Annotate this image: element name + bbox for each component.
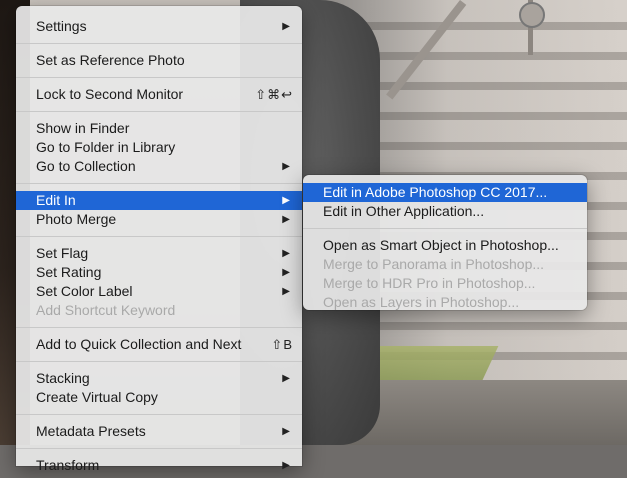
submenu-item-merge-to-panorama-in-photoshop: Merge to Panorama in Photoshop... — [303, 255, 587, 274]
submenu-item-label: Merge to HDR Pro in Photoshop... — [323, 275, 536, 291]
photo-pole-cap — [519, 2, 545, 28]
menu-item-label: Photo Merge — [36, 211, 117, 227]
menu-item-add-to-quick-collection-and-next[interactable]: Add to Quick Collection and Next ⇧B — [16, 335, 302, 354]
menu-item-create-virtual-copy[interactable]: Create Virtual Copy — [16, 388, 302, 407]
menu-item-add-shortcut-keyword: Add Shortcut Keyword — [16, 301, 302, 320]
submenu-arrow-icon: ▶ — [282, 248, 290, 259]
menu-item-metadata-presets[interactable]: Metadata Presets ▶ — [16, 422, 302, 441]
menu-separator — [16, 448, 302, 449]
menu-group: Edit In ▶ Photo Merge ▶ — [16, 187, 302, 232]
submenu-item-open-as-layers-in-photoshop: Open as Layers in Photoshop... — [303, 293, 587, 312]
submenu-item-label: Edit in Other Application... — [323, 203, 485, 219]
submenu-arrow-icon: ▶ — [282, 426, 290, 437]
menu-item-label: Stacking — [36, 370, 90, 386]
menu-separator — [16, 77, 302, 78]
menu-item-transform[interactable]: Transform ▶ — [16, 456, 302, 475]
menu-item-label: Set Rating — [36, 264, 102, 280]
submenu-group: Open as Smart Object in Photoshop... Merg… — [303, 232, 587, 315]
submenu-separator — [303, 228, 587, 229]
menu-item-label: Set as Reference Photo — [36, 52, 185, 68]
submenu-item-label: Merge to Panorama in Photoshop... — [323, 256, 545, 272]
menu-item-show-in-finder[interactable]: Show in Finder — [16, 119, 302, 138]
menu-item-label: Go to Folder in Library — [36, 139, 176, 155]
menu-separator — [16, 361, 302, 362]
menu-group: Lock to Second Monitor ⇧⌘↩ — [16, 81, 302, 107]
submenu-item-edit-in-adobe-photoshop-cc-2017[interactable]: Edit in Adobe Photoshop CC 2017... — [303, 183, 587, 202]
menu-item-settings[interactable]: Settings ▶ — [16, 17, 302, 36]
submenu-arrow-icon: ▶ — [282, 373, 290, 384]
menu-separator — [16, 111, 302, 112]
menu-group: Set Flag ▶ Set Rating ▶ Set Color Label ▶ Add … — [16, 240, 302, 323]
menu-item-photo-merge[interactable]: Photo Merge ▶ — [16, 210, 302, 229]
menu-item-set-flag[interactable]: Set Flag ▶ — [16, 244, 302, 263]
submenu-item-merge-to-hdr-pro-in-photoshop: Merge to HDR Pro in Photoshop... — [303, 274, 587, 293]
submenu-item-label: Open as Layers in Photoshop... — [323, 294, 520, 310]
submenu-arrow-icon: ▶ — [282, 460, 290, 471]
menu-separator — [16, 236, 302, 237]
menu-item-set-rating[interactable]: Set Rating ▶ — [16, 263, 302, 282]
menu-item-go-to-folder-in-library[interactable]: Go to Folder in Library — [16, 138, 302, 157]
menu-item-edit-in[interactable]: Edit In ▶ — [16, 191, 302, 210]
submenu-arrow-icon: ▶ — [282, 267, 290, 278]
submenu-group: Edit in Adobe Photoshop CC 2017... Edit i… — [303, 179, 587, 224]
menu-group: Add to Quick Collection and Next ⇧B — [16, 331, 302, 357]
menu-group: Settings ▶ — [16, 6, 302, 39]
keyboard-shortcut: ⇧B — [271, 337, 293, 352]
menu-group: Show in Finder Go to Folder in Library Go … — [16, 115, 302, 179]
menu-item-label: Transform — [36, 457, 100, 473]
submenu-item-label: Edit in Adobe Photoshop CC 2017... — [323, 184, 548, 200]
submenu-item-edit-in-other-application[interactable]: Edit in Other Application... — [303, 202, 587, 221]
submenu-arrow-icon: ▶ — [282, 21, 290, 32]
menu-item-set-as-reference-photo[interactable]: Set as Reference Photo — [16, 51, 302, 70]
menu-item-label: Edit In — [36, 192, 76, 208]
context-menu: Settings ▶ Set as Reference Photo Lock to S… — [16, 6, 302, 473]
menu-item-label: Settings — [36, 18, 87, 34]
menu-separator — [16, 414, 302, 415]
submenu-arrow-icon: ▶ — [282, 286, 290, 297]
menu-group: Metadata Presets ▶ — [16, 418, 302, 444]
menu-item-label: Add Shortcut Keyword — [36, 302, 176, 318]
submenu-arrow-icon: ▶ — [282, 161, 290, 172]
submenu-item-open-as-smart-object-in-photoshop[interactable]: Open as Smart Object in Photoshop... — [303, 236, 587, 255]
menu-group: Stacking ▶ Create Virtual Copy — [16, 365, 302, 410]
menu-item-label: Set Flag — [36, 245, 89, 261]
menu-item-lock-to-second-monitor[interactable]: Lock to Second Monitor ⇧⌘↩ — [16, 85, 302, 104]
submenu-arrow-icon: ▶ — [282, 214, 290, 225]
menu-separator — [16, 327, 302, 328]
menu-separator — [16, 43, 302, 44]
submenu-arrow-icon: ▶ — [282, 195, 290, 206]
menu-item-go-to-collection[interactable]: Go to Collection ▶ — [16, 157, 302, 176]
menu-group: Transform ▶ — [16, 452, 302, 478]
submenu-item-label: Open as Smart Object in Photoshop... — [323, 237, 559, 253]
menu-item-label: Go to Collection — [36, 158, 136, 174]
menu-item-label: Add to Quick Collection and Next — [36, 336, 242, 352]
menu-item-label: Show in Finder — [36, 120, 130, 136]
menu-item-set-color-label[interactable]: Set Color Label ▶ — [16, 282, 302, 301]
menu-group: Set as Reference Photo — [16, 47, 302, 73]
menu-item-label: Set Color Label — [36, 283, 133, 299]
menu-separator — [16, 183, 302, 184]
keyboard-shortcut: ⇧⌘↩ — [255, 87, 293, 102]
menu-item-label: Create Virtual Copy — [36, 389, 158, 405]
edit-in-submenu: Edit in Adobe Photoshop CC 2017... Edit i… — [303, 175, 587, 310]
menu-item-label: Lock to Second Monitor — [36, 86, 184, 102]
menu-item-stacking[interactable]: Stacking ▶ — [16, 369, 302, 388]
menu-item-label: Metadata Presets — [36, 423, 146, 439]
